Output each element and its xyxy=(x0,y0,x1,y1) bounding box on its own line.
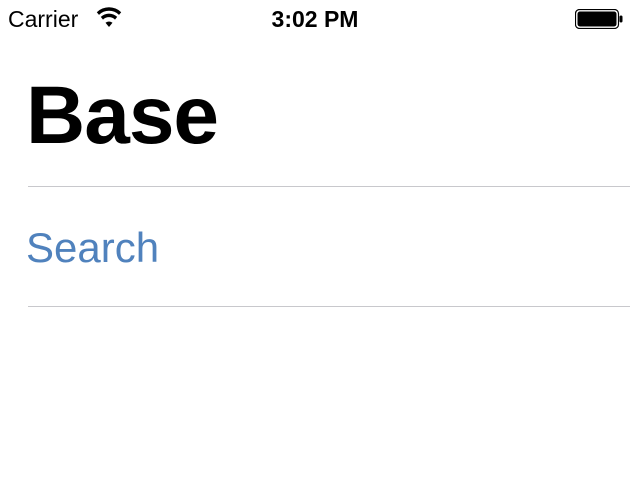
status-bar: Carrier 3:02 PM xyxy=(0,0,630,40)
divider xyxy=(28,186,630,187)
search-button[interactable]: Search xyxy=(26,222,159,274)
battery-icon xyxy=(575,9,623,29)
page-title: Base xyxy=(26,70,219,161)
screen: Carrier 3:02 PM Base Search xyxy=(0,0,630,492)
status-time: 3:02 PM xyxy=(271,6,359,32)
divider xyxy=(28,306,630,307)
